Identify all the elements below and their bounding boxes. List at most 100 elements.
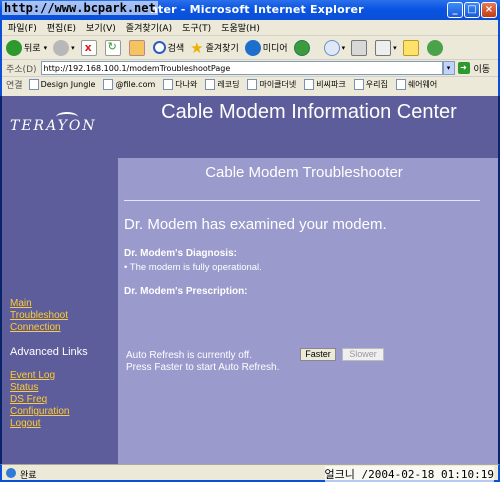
- go-arrow-icon: ➜: [457, 62, 470, 74]
- toolbar: 뒤로 ▾ ▾ x ↻ 검색 ★ 즐겨찾기 미디어 ▾ ▾: [2, 36, 498, 60]
- faster-button[interactable]: Faster: [300, 348, 336, 361]
- media-label: 미디어: [262, 44, 288, 54]
- link-text: 다나와: [175, 80, 198, 89]
- back-button[interactable]: 뒤로 ▾: [6, 39, 48, 56]
- messenger-button[interactable]: [426, 39, 445, 56]
- window-title: nter - Microsoft Internet Explorer: [150, 3, 364, 16]
- page-icon: [304, 79, 315, 90]
- chevron-down-icon: ▾: [341, 43, 346, 52]
- page-icon: [353, 79, 364, 90]
- print-button[interactable]: [351, 39, 369, 56]
- logo-text: TERAYON: [10, 118, 97, 134]
- divider: [124, 200, 480, 201]
- main-content: Cable Modem Troubleshooter Dr. Modem has…: [118, 158, 498, 464]
- forward-button[interactable]: ▾: [53, 39, 75, 56]
- stop-icon: x: [80, 39, 97, 56]
- links-bar: 연결 Design Jungle @file.com 다나와 레코딩 마이클더넷…: [2, 77, 498, 92]
- history-icon: [293, 39, 310, 56]
- browser-chrome: 파일(F) 편집(E) 보기(V) 즐겨찾기(A) 도구(T) 도움말(H) 뒤…: [0, 20, 500, 96]
- favorites-label: 즐겨찾기: [205, 44, 239, 54]
- sidebar-link-configuration[interactable]: Configuration: [10, 406, 69, 418]
- menu-view[interactable]: 보기(V): [86, 21, 116, 34]
- edit-button[interactable]: ▾: [375, 39, 397, 56]
- logo-arc-icon: [56, 112, 78, 122]
- forward-arrow-icon: [53, 39, 70, 56]
- link-item[interactable]: @file.com: [103, 79, 155, 90]
- diagnosis-item: • The modem is fully operational.: [124, 262, 262, 273]
- link-text: 비씨파크: [316, 80, 346, 89]
- link-text: @file.com: [115, 80, 156, 89]
- back-label: 뒤로: [24, 44, 41, 54]
- menu-tools[interactable]: 도구(T): [182, 21, 211, 34]
- discuss-button[interactable]: [402, 39, 421, 56]
- auto-refresh-hint: Press Faster to start Auto Refresh.: [126, 362, 280, 373]
- maximize-button[interactable]: □: [464, 2, 480, 18]
- link-item[interactable]: Design Jungle: [28, 79, 95, 90]
- go-button[interactable]: ➜ 이동: [457, 62, 491, 75]
- auto-refresh-status: Auto Refresh is currently off.: [126, 350, 252, 361]
- address-label: 주소(D): [6, 64, 37, 75]
- chevron-down-icon: ▾: [393, 43, 397, 52]
- menu-edit[interactable]: 편집(E): [47, 21, 76, 34]
- print-icon: [351, 39, 368, 56]
- section-title: Cable Modem Troubleshooter: [205, 164, 403, 181]
- media-icon: [244, 39, 261, 56]
- page-content: TERAYON Cable Modem Information Center M…: [2, 96, 498, 464]
- browser-window: nter - Microsoft Internet Explorer http:…: [0, 0, 500, 482]
- menu-favorites[interactable]: 즐겨찾기(A): [126, 21, 172, 34]
- messenger-icon: [426, 39, 443, 56]
- page-icon: [395, 79, 406, 90]
- link-text: 쉐어웨어: [407, 80, 438, 89]
- favorites-button[interactable]: ★ 즐겨찾기: [190, 39, 239, 57]
- page-icon: [247, 79, 258, 90]
- sidebar-link-main[interactable]: Main: [10, 298, 32, 310]
- link-item[interactable]: 다나와: [163, 79, 197, 90]
- sidebar-link-troubleshoot[interactable]: Troubleshoot: [10, 310, 68, 322]
- link-item[interactable]: 쉐어웨어: [395, 79, 438, 90]
- examined-message: Dr. Modem has examined your modem.: [124, 216, 387, 233]
- link-item[interactable]: 레코딩: [205, 79, 239, 90]
- home-icon: [128, 39, 145, 56]
- page-icon: [163, 79, 174, 90]
- refresh-button[interactable]: ↻: [104, 39, 123, 56]
- menu-help[interactable]: 도움말(H): [221, 21, 260, 34]
- menu-file[interactable]: 파일(F): [8, 21, 37, 34]
- sidebar-link-logout[interactable]: Logout: [10, 418, 41, 430]
- search-icon: [152, 41, 166, 54]
- stop-button[interactable]: x: [80, 39, 99, 56]
- link-item[interactable]: 비씨파크: [304, 79, 346, 90]
- history-button[interactable]: [293, 39, 312, 56]
- close-button[interactable]: ×: [481, 2, 497, 18]
- refresh-icon: ↻: [104, 39, 121, 56]
- address-bar: 주소(D) ▾ ➜ 이동: [2, 60, 498, 77]
- timestamp-prefix: 얼크니 /: [324, 468, 369, 481]
- sidebar: Main Troubleshoot Connection Advanced Li…: [2, 158, 118, 464]
- mail-icon: [323, 39, 340, 56]
- title-bar: nter - Microsoft Internet Explorer http:…: [0, 0, 500, 20]
- link-item[interactable]: 우리집: [353, 79, 388, 90]
- links-label: 연결: [6, 81, 23, 91]
- home-button[interactable]: [128, 39, 147, 56]
- terayon-logo: TERAYON: [10, 112, 97, 134]
- address-dropdown-icon[interactable]: ▾: [442, 61, 455, 75]
- chevron-down-icon: ▾: [43, 43, 48, 52]
- media-button[interactable]: 미디어: [244, 39, 288, 56]
- address-input[interactable]: [40, 61, 443, 75]
- sidebar-link-status[interactable]: Status: [10, 382, 38, 394]
- back-arrow-icon: [6, 39, 22, 56]
- page-icon: [103, 79, 114, 90]
- link-item[interactable]: 마이클더넷: [247, 79, 296, 90]
- status-text: 완료: [20, 471, 37, 481]
- search-button[interactable]: 검색: [152, 41, 184, 54]
- sidebar-link-event-log[interactable]: Event Log: [10, 370, 55, 382]
- edit-icon: [375, 39, 392, 56]
- link-text: 우리집: [365, 80, 388, 89]
- slower-button[interactable]: Slower: [342, 348, 384, 361]
- minimize-button[interactable]: _: [447, 2, 463, 18]
- note-icon: [402, 39, 419, 56]
- go-label: 이동: [473, 64, 491, 75]
- sidebar-link-ds-freq[interactable]: DS Freq: [10, 394, 47, 406]
- mail-button[interactable]: ▾: [323, 39, 346, 56]
- sidebar-link-connection[interactable]: Connection: [10, 322, 61, 334]
- status-bar: 완료 얼크니 /2004-02-18 01:10:19: [0, 464, 500, 482]
